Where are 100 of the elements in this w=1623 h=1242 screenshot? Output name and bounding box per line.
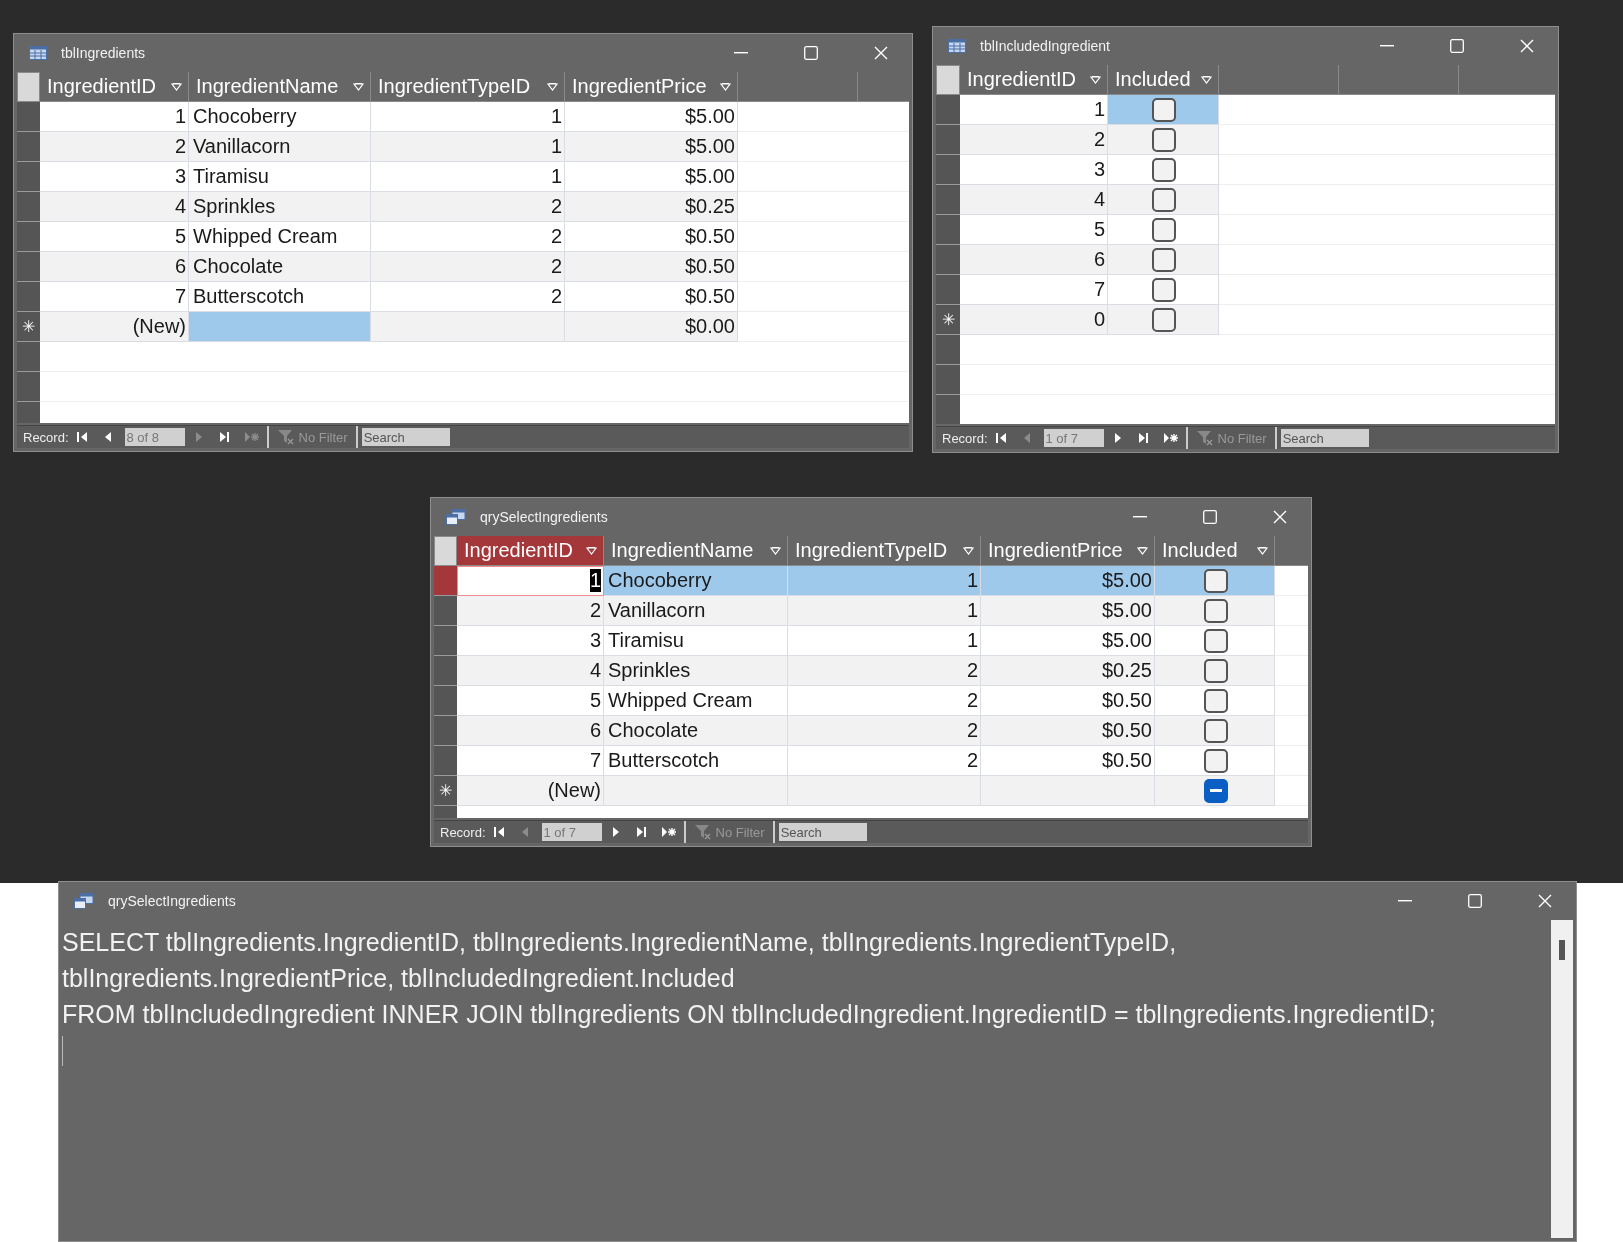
dropdown-icon[interactable] (586, 546, 597, 555)
maximize-icon[interactable] (804, 46, 818, 60)
table-cell: 2 (788, 656, 981, 686)
dropdown-icon[interactable] (770, 546, 781, 555)
checkbox[interactable] (1203, 568, 1228, 593)
checkbox[interactable] (1152, 157, 1176, 182)
checkbox[interactable] (1152, 277, 1176, 302)
row-selector[interactable] (434, 626, 457, 656)
table-cell: (New) (457, 776, 604, 806)
checkbox[interactable] (1152, 97, 1176, 122)
record-position-field[interactable]: 1 of 7 (541, 823, 602, 841)
table-cell: 2 (788, 716, 981, 746)
scroll-thumb[interactable] (1559, 940, 1565, 960)
dropdown-icon[interactable] (353, 82, 364, 91)
table-cell: Chocoberry (604, 566, 788, 596)
table-cell: $0.25 (565, 192, 738, 222)
maximize-icon[interactable] (1450, 39, 1464, 53)
close-icon[interactable] (874, 46, 888, 60)
search-field[interactable]: Search (1280, 429, 1369, 447)
checkbox[interactable] (1203, 778, 1228, 803)
table-cell: 2 (960, 125, 1108, 155)
column-header[interactable]: IngredientTypeID (788, 536, 981, 566)
record-position-field[interactable]: 1 of 7 (1043, 429, 1104, 447)
row-selector[interactable] (434, 746, 457, 776)
dropdown-icon[interactable] (963, 546, 974, 555)
dropdown-icon[interactable] (547, 82, 558, 91)
column-header[interactable]: IngredientID (40, 72, 189, 102)
close-icon[interactable] (1273, 510, 1287, 524)
row-selector[interactable] (17, 192, 40, 222)
checkbox[interactable] (1152, 247, 1176, 272)
dropdown-icon[interactable] (1137, 546, 1148, 555)
row-selector[interactable] (936, 215, 960, 245)
table-cell: 4 (40, 192, 189, 222)
column-header[interactable]: IngredientName (604, 536, 788, 566)
row-selector[interactable]: ✳ (434, 776, 457, 806)
search-field[interactable]: Search (778, 823, 867, 841)
row-selector[interactable]: ✳ (936, 305, 960, 335)
table-cell: Sprinkles (604, 656, 788, 686)
table-cell: $5.00 (981, 566, 1155, 596)
checkbox[interactable] (1203, 598, 1228, 623)
table-cell: Chocolate (604, 716, 788, 746)
checkbox[interactable] (1203, 748, 1228, 773)
dropdown-icon[interactable] (1090, 75, 1101, 84)
record-position-field[interactable]: 8 of 8 (124, 428, 185, 446)
checkbox[interactable] (1152, 307, 1176, 332)
window-title: qrySelectIngredients (480, 509, 609, 525)
close-icon[interactable] (1520, 39, 1534, 53)
column-header[interactable]: IngredientName (189, 72, 371, 102)
table-cell: $0.00 (565, 312, 738, 342)
scrollbar[interactable] (1551, 920, 1573, 1238)
row-selector[interactable] (434, 716, 457, 746)
dropdown-icon[interactable] (171, 82, 182, 91)
checkbox[interactable] (1203, 718, 1228, 743)
close-icon[interactable] (1538, 894, 1552, 908)
checkbox[interactable] (1203, 628, 1228, 653)
search-field[interactable]: Search (361, 428, 450, 446)
dropdown-icon[interactable] (1257, 546, 1268, 555)
checkbox[interactable] (1203, 688, 1228, 713)
row-selector[interactable] (936, 245, 960, 275)
maximize-icon[interactable] (1468, 894, 1482, 908)
row-selector[interactable] (936, 275, 960, 305)
maximize-icon[interactable] (1203, 510, 1217, 524)
column-header[interactable]: IngredientPrice (981, 536, 1155, 566)
row-selector[interactable] (434, 596, 457, 626)
table-cell: (New) (40, 312, 189, 342)
table-cell: $0.50 (981, 716, 1155, 746)
new-record-icon[interactable] (1162, 431, 1179, 445)
row-selector[interactable] (17, 132, 40, 162)
dropdown-icon[interactable] (720, 82, 731, 91)
row-selector[interactable] (17, 222, 40, 252)
checkbox[interactable] (1152, 217, 1176, 242)
checkbox[interactable] (1152, 187, 1176, 212)
checkbox[interactable] (1203, 658, 1228, 683)
checkbox[interactable] (1152, 127, 1176, 152)
column-header[interactable]: IngredientID (457, 536, 604, 566)
column-header[interactable]: IngredientID (960, 65, 1108, 95)
row-selector[interactable]: ✳ (17, 312, 40, 342)
column-header[interactable]: Included (1155, 536, 1275, 566)
table-cell: $5.00 (981, 596, 1155, 626)
record-label: Record: (23, 429, 69, 445)
row-selector[interactable] (936, 125, 960, 155)
column-header[interactable]: Included (1108, 65, 1219, 95)
query-icon (74, 893, 94, 909)
dropdown-icon[interactable] (1201, 75, 1212, 84)
row-selector[interactable] (17, 282, 40, 312)
row-selector[interactable] (936, 155, 960, 185)
row-selector[interactable] (936, 95, 960, 125)
row-selector[interactable] (434, 656, 457, 686)
new-record-icon[interactable] (660, 825, 677, 839)
table-cell: 1 (371, 132, 565, 162)
row-selector[interactable] (936, 185, 960, 215)
table-cell: 6 (960, 245, 1108, 275)
column-header[interactable]: IngredientPrice (565, 72, 738, 102)
sql-line: tblIngredients.IngredientPrice, tblIncludedIngredient.Included (62, 963, 736, 994)
row-selector[interactable] (17, 252, 40, 282)
table-cell: Vanillacorn (604, 596, 788, 626)
row-selector[interactable] (17, 162, 40, 192)
row-selector[interactable] (434, 686, 457, 716)
column-header[interactable]: IngredientTypeID (371, 72, 565, 102)
row-selector[interactable] (17, 102, 40, 132)
